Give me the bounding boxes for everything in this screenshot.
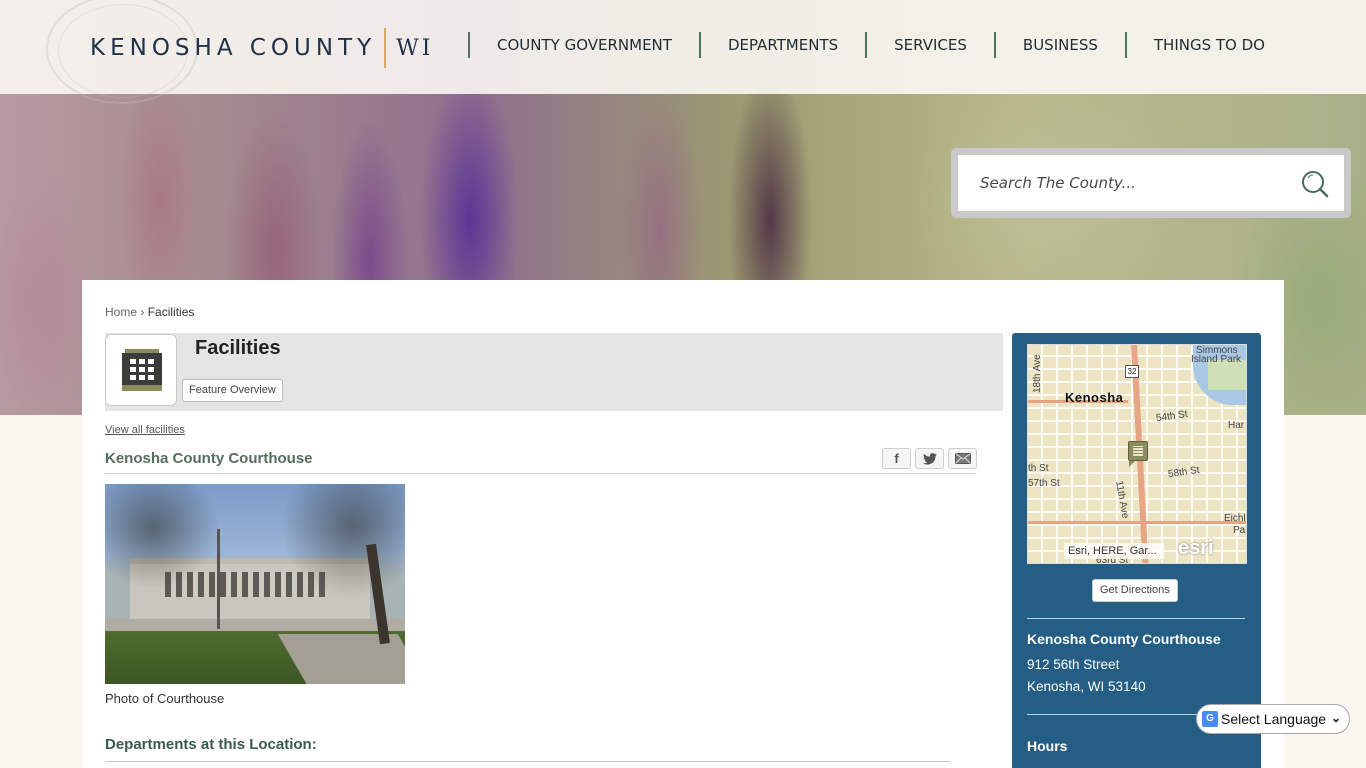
map-label-city: Kenosha — [1065, 390, 1124, 405]
photo-caption: Photo of Courthouse — [105, 691, 225, 706]
module-header: Facilities Feature Overview — [105, 333, 1003, 411]
map-label: th St — [1028, 463, 1049, 474]
search-box — [958, 155, 1344, 211]
email-share-button[interactable] — [948, 448, 977, 469]
facility-name: Kenosha County Courthouse — [105, 450, 313, 467]
nav-county-government[interactable]: COUNTY GOVERNMENT — [470, 36, 699, 54]
module-icon-box — [105, 334, 177, 406]
location-map[interactable]: 32 18th Ave Kenosha Simmons Island Park … — [1027, 344, 1247, 564]
route-shield: 32 — [1125, 365, 1139, 378]
email-icon — [954, 453, 971, 464]
search-input[interactable] — [958, 155, 1288, 211]
main-content: Home › Facilities Facilities Feature Ove… — [82, 280, 1284, 768]
facebook-share-button[interactable]: f — [882, 448, 911, 469]
hours-heading: Hours — [1027, 738, 1068, 754]
breadcrumb: Home › Facilities — [105, 305, 194, 319]
building-icon — [122, 349, 162, 391]
language-select-label: Select Language — [1221, 711, 1327, 727]
courthouse-photo — [105, 484, 405, 684]
divider — [105, 761, 950, 762]
map-label: Eichle — [1224, 513, 1246, 524]
map-label: 57th St — [1028, 478, 1060, 489]
nav-business[interactable]: BUSINESS — [996, 36, 1125, 54]
departments-heading: Departments at this Location: — [105, 736, 317, 753]
feature-overview-button[interactable]: Feature Overview — [182, 379, 283, 402]
map-attribution[interactable]: Esri, HERE, Gar... — [1064, 543, 1164, 559]
site-logo-link[interactable]: KENOSHA COUNTY WI — [90, 28, 434, 68]
brand-divider — [384, 28, 387, 68]
breadcrumb-home[interactable]: Home — [105, 305, 137, 319]
divider — [105, 473, 976, 474]
map-label: Island Park — [1191, 354, 1242, 365]
page-title: Facilities — [195, 337, 281, 359]
twitter-icon — [922, 452, 937, 465]
language-select[interactable]: G Select Language ⌄ — [1196, 704, 1350, 734]
search-container — [951, 148, 1351, 218]
facebook-icon: f — [894, 451, 899, 466]
breadcrumb-current: Facilities — [147, 305, 195, 319]
divider — [1027, 618, 1245, 619]
nav-things-to-do[interactable]: THINGS TO DO — [1127, 36, 1292, 54]
google-translate-icon: G — [1202, 711, 1218, 727]
breadcrumb-separator: › — [140, 305, 145, 319]
address-line-2: Kenosha, WI 53140 — [1027, 679, 1146, 694]
get-directions-button[interactable]: Get Directions — [1092, 579, 1178, 602]
site-header: KENOSHA COUNTY WI COUNTY GOVERNMENT DEPA… — [0, 0, 1366, 104]
brand-state: WI — [396, 35, 434, 61]
brand-name: KENOSHA COUNTY — [90, 35, 377, 61]
search-icon — [1302, 171, 1329, 198]
esri-logo: esri — [1178, 537, 1214, 559]
view-all-facilities-link[interactable]: View all facilities — [105, 424, 185, 436]
nav-departments[interactable]: DEPARTMENTS — [701, 36, 865, 54]
facility-map-marker[interactable] — [1128, 441, 1148, 467]
map-label: Har — [1228, 420, 1245, 431]
chevron-down-icon: ⌄ — [1330, 711, 1341, 725]
map-label: Par — [1233, 525, 1246, 536]
nav-services[interactable]: SERVICES — [867, 36, 994, 54]
share-buttons: f — [882, 448, 977, 469]
facility-sidebar: 32 18th Ave Kenosha Simmons Island Park … — [1012, 333, 1261, 768]
map-label: 18th Ave — [1032, 354, 1043, 393]
sidebar-facility-name: Kenosha County Courthouse — [1027, 631, 1221, 647]
main-navigation: COUNTY GOVERNMENT DEPARTMENTS SERVICES B… — [468, 30, 1292, 60]
address-line-1: 912 56th Street — [1027, 657, 1120, 672]
twitter-share-button[interactable] — [915, 448, 944, 469]
search-button[interactable] — [1300, 169, 1330, 199]
